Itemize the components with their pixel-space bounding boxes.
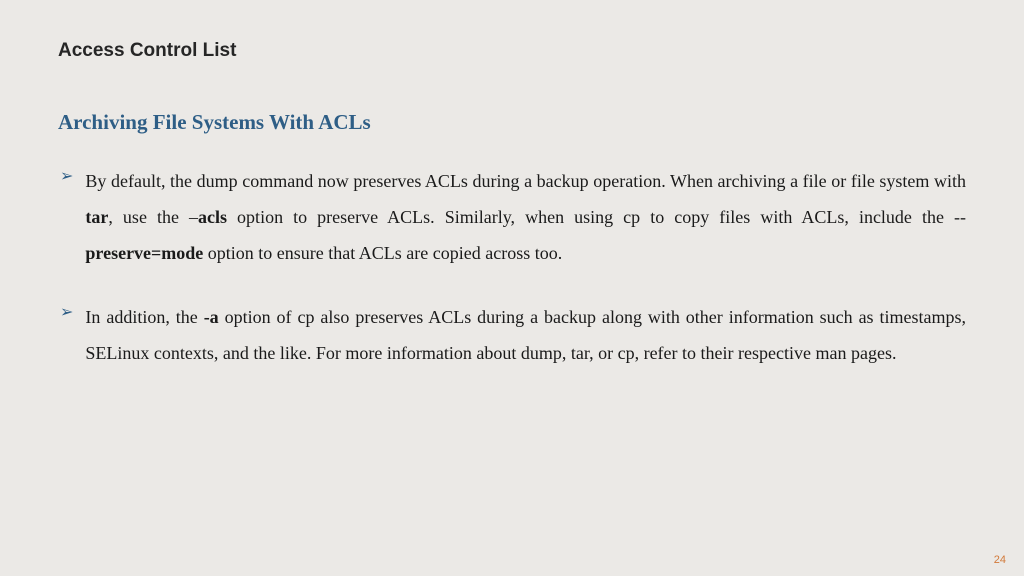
- bold-run: tar: [85, 207, 108, 227]
- section-subtitle: Archiving File Systems With ACLs: [58, 110, 966, 135]
- text-run: By default, the dump command now preserv…: [85, 171, 966, 191]
- bold-run: preserve=mode: [85, 243, 203, 263]
- bullet-item: ➢ By default, the dump command now prese…: [58, 163, 966, 271]
- page-title: Access Control List: [58, 40, 966, 62]
- arrow-icon: ➢: [60, 299, 73, 371]
- text-run: option to ensure that ACLs are copied ac…: [203, 243, 562, 263]
- arrow-icon: ➢: [60, 163, 73, 271]
- bullet-item: ➢ In addition, the -a option of cp also …: [58, 299, 966, 371]
- text-run: option to preserve ACLs. Similarly, when…: [227, 207, 966, 227]
- bold-run: acls: [198, 207, 227, 227]
- bold-run: -a: [204, 307, 219, 327]
- page-number: 24: [994, 554, 1006, 566]
- text-run: In addition, the: [85, 307, 203, 327]
- text-run: , use the –: [108, 207, 198, 227]
- bullet-text: By default, the dump command now preserv…: [85, 163, 966, 271]
- bullet-text: In addition, the -a option of cp also pr…: [85, 299, 966, 371]
